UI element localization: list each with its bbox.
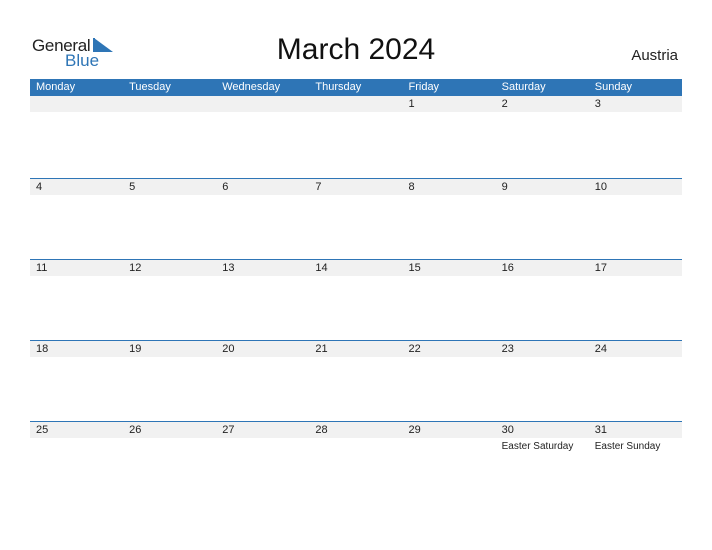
day-cell: 20 <box>216 341 309 357</box>
day-number: 12 <box>129 262 142 274</box>
day-number: 19 <box>129 343 142 355</box>
day-number: 17 <box>594 262 607 274</box>
holiday-label: Easter Saturday <box>501 441 574 452</box>
day-cell: 30 Easter Saturday <box>496 422 589 452</box>
day-number: 16 <box>501 262 514 274</box>
day-number: 14 <box>315 262 328 274</box>
day-number: 25 <box>36 424 49 436</box>
day-cell: 6 <box>216 179 309 195</box>
day-cell: 17 <box>589 260 682 276</box>
weekday-thursday: Thursday <box>315 81 362 93</box>
day-number: 21 <box>315 343 328 355</box>
holiday-label: Easter Sunday <box>594 441 661 452</box>
day-cell: 18 <box>30 341 123 357</box>
day-cell: 3 <box>589 96 682 112</box>
day-number: 23 <box>501 343 514 355</box>
day-cell: 15 <box>403 260 496 276</box>
day-cell <box>123 96 216 112</box>
weekday-friday: Friday <box>408 81 440 93</box>
weeks-container: 1 2 3 4 5 6 7 8 9 10 11 12 13 14 15 16 17 18 19 20 21 22 23 24 2… <box>30 96 682 502</box>
day-cell: 28 <box>309 422 402 438</box>
day-number: 7 <box>315 181 322 193</box>
day-number-bar: 11 12 13 14 15 16 17 <box>30 260 682 276</box>
day-number: 22 <box>408 343 421 355</box>
day-number: 1 <box>408 98 415 110</box>
day-cell: 19 <box>123 341 216 357</box>
day-number-bar: 18 19 20 21 22 23 24 <box>30 341 682 357</box>
day-cell: 26 <box>123 422 216 438</box>
day-number: 10 <box>594 181 607 193</box>
weekday-tuesday: Tuesday <box>129 81 171 93</box>
week-row: 18 19 20 21 22 23 24 <box>30 340 682 421</box>
day-number: 18 <box>36 343 49 355</box>
day-cell: 5 <box>123 179 216 195</box>
day-cell: 27 <box>216 422 309 438</box>
day-cell: 1 <box>403 96 496 112</box>
day-number: 29 <box>408 424 421 436</box>
day-cell: 12 <box>123 260 216 276</box>
day-cell: 31 Easter Sunday <box>589 422 682 452</box>
day-cell <box>309 96 402 112</box>
day-number: 5 <box>129 181 136 193</box>
day-number: 4 <box>36 181 43 193</box>
day-number: 24 <box>594 343 607 355</box>
weekday-saturday: Saturday <box>501 81 546 93</box>
day-number-bar: 25 26 27 28 29 30 Easter Saturday 31 Easter Sund… <box>30 422 682 452</box>
day-cell: 2 <box>496 96 589 112</box>
weekday-monday: Monday <box>36 81 76 93</box>
day-number: 2 <box>501 98 508 110</box>
day-cell: 21 <box>309 341 402 357</box>
day-number: 27 <box>222 424 235 436</box>
day-cell: 9 <box>496 179 589 195</box>
week-row: 11 12 13 14 15 16 17 <box>30 259 682 340</box>
day-number: 11 <box>36 262 48 274</box>
day-number: 13 <box>222 262 235 274</box>
country-label: Austria <box>631 47 678 64</box>
day-number: 6 <box>222 181 229 193</box>
week-row: 25 26 27 28 29 30 Easter Saturday 31 Easter Sund… <box>30 421 682 502</box>
day-number: 8 <box>408 181 415 193</box>
day-cell: 10 <box>589 179 682 195</box>
day-number-bar: 1 2 3 <box>30 96 682 112</box>
day-cell <box>216 96 309 112</box>
day-cell: 7 <box>309 179 402 195</box>
day-cell: 14 <box>309 260 402 276</box>
day-number: 26 <box>129 424 142 436</box>
day-cell: 11 <box>30 260 123 276</box>
day-cell: 25 <box>30 422 123 438</box>
week-row: 4 5 6 7 8 9 10 <box>30 178 682 259</box>
day-cell <box>30 96 123 112</box>
day-number: 3 <box>594 98 601 110</box>
weekday-wednesday: Wednesday <box>222 81 281 93</box>
day-cell: 23 <box>496 341 589 357</box>
day-number: 28 <box>315 424 328 436</box>
weekday-sunday: Sunday <box>594 81 633 93</box>
day-number: 9 <box>501 181 508 193</box>
day-cell: 24 <box>589 341 682 357</box>
weekday-header: Monday Tuesday Wednesday Thursday Friday… <box>30 79 682 96</box>
day-cell: 29 <box>403 422 496 438</box>
day-cell: 22 <box>403 341 496 357</box>
day-cell: 4 <box>30 179 123 195</box>
day-cell: 16 <box>496 260 589 276</box>
week-row: 1 2 3 <box>30 96 682 178</box>
day-number-bar: 4 5 6 7 8 9 10 <box>30 179 682 195</box>
page-title: March 2024 <box>276 33 436 66</box>
day-cell: 13 <box>216 260 309 276</box>
calendar-grid: Monday Tuesday Wednesday Thursday Friday… <box>30 79 682 502</box>
day-number: 31 <box>594 424 607 436</box>
day-number: 15 <box>408 262 421 274</box>
day-number: 20 <box>222 343 235 355</box>
day-cell: 8 <box>403 179 496 195</box>
day-number: 30 <box>501 424 514 436</box>
